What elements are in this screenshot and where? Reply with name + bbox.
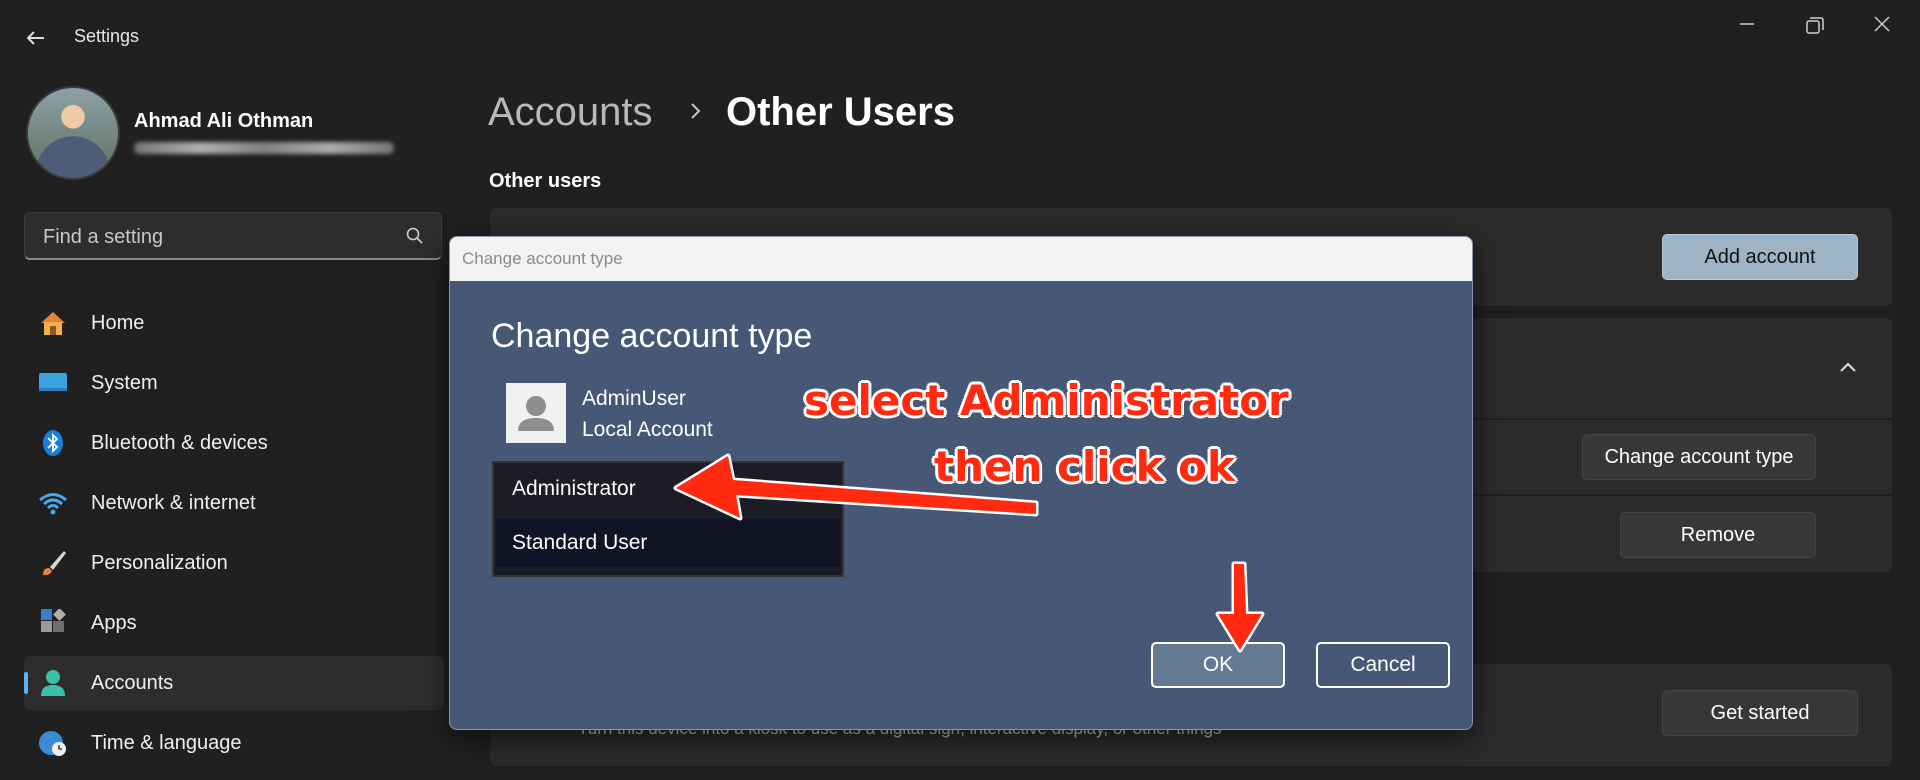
user-email-redacted	[134, 142, 394, 154]
chevron-right-icon	[691, 103, 701, 119]
globe-clock-icon	[39, 731, 66, 756]
get-started-button[interactable]: Get started	[1662, 690, 1858, 736]
user-avatar-icon	[506, 383, 566, 443]
minimize-icon[interactable]	[1722, 12, 1770, 52]
sidebar-item-personalization[interactable]: Personalization	[24, 536, 444, 590]
dialog-titlebar[interactable]: Change account type	[450, 237, 1472, 281]
user-name: Ahmad Ali Othman	[134, 110, 314, 132]
sidebar-item-accounts[interactable]: Accounts	[24, 656, 444, 710]
annotation-text-1: select Administrator	[804, 376, 1289, 425]
section-title: Other users	[489, 170, 602, 192]
sidebar-item-label: Apps	[91, 612, 137, 634]
ok-button[interactable]: OK	[1151, 642, 1285, 688]
sidebar-item-network[interactable]: Network & internet	[24, 476, 444, 530]
search-icon[interactable]	[405, 226, 425, 246]
option-standard-user[interactable]: Standard User	[496, 519, 840, 567]
sidebar-item-system[interactable]: System	[24, 356, 444, 410]
brush-icon	[43, 551, 66, 576]
wifi-icon	[39, 493, 67, 515]
sidebar-item-label: Accounts	[91, 672, 174, 694]
accounts-icon	[41, 670, 65, 696]
sidebar-item-time-language[interactable]: Time & language	[24, 716, 444, 770]
dialog-window-title: Change account type	[462, 249, 623, 268]
chevron-up-icon[interactable]	[1836, 356, 1860, 380]
app-title: Settings	[74, 26, 140, 46]
dialog-heading: Change account type	[491, 317, 813, 355]
remove-account-button[interactable]: Remove	[1620, 512, 1816, 558]
home-icon	[41, 312, 65, 335]
search-box[interactable]	[24, 212, 442, 260]
sidebar-item-bluetooth[interactable]: Bluetooth & devices	[24, 416, 444, 470]
add-account-button[interactable]: Add account	[1662, 234, 1858, 280]
account-type-list[interactable]: Administrator Standard User	[492, 461, 844, 577]
close-icon[interactable]	[1858, 12, 1906, 52]
restore-icon[interactable]	[1790, 12, 1838, 52]
breadcrumb-parent[interactable]: Accounts	[488, 90, 653, 135]
dialog-user-name: AdminUser	[582, 387, 686, 410]
dialog-user-type: Local Account	[582, 418, 713, 441]
sidebar-item-label: Network & internet	[91, 492, 256, 514]
sidebar-item-label: Personalization	[91, 552, 228, 574]
avatar[interactable]	[26, 86, 120, 180]
apps-icon	[41, 609, 66, 632]
page-title: Other Users	[726, 90, 955, 134]
system-icon	[39, 373, 67, 391]
bluetooth-icon	[43, 430, 63, 456]
change-account-type-button[interactable]: Change account type	[1582, 434, 1816, 480]
cancel-button[interactable]: Cancel	[1316, 642, 1450, 688]
sidebar-item-label: System	[91, 372, 158, 394]
search-input[interactable]	[41, 225, 385, 250]
option-administrator[interactable]: Administrator	[496, 465, 840, 513]
sidebar-item-home[interactable]: Home	[24, 296, 444, 350]
sidebar-item-label: Time & language	[91, 732, 242, 754]
annotation-text-2: then click ok	[934, 442, 1235, 491]
sidebar-item-label: Home	[91, 312, 145, 334]
back-arrow-icon[interactable]	[22, 24, 50, 52]
sidebar-item-label: Bluetooth & devices	[91, 432, 268, 454]
sidebar-item-apps[interactable]: Apps	[24, 596, 444, 650]
selection-indicator	[24, 672, 28, 694]
